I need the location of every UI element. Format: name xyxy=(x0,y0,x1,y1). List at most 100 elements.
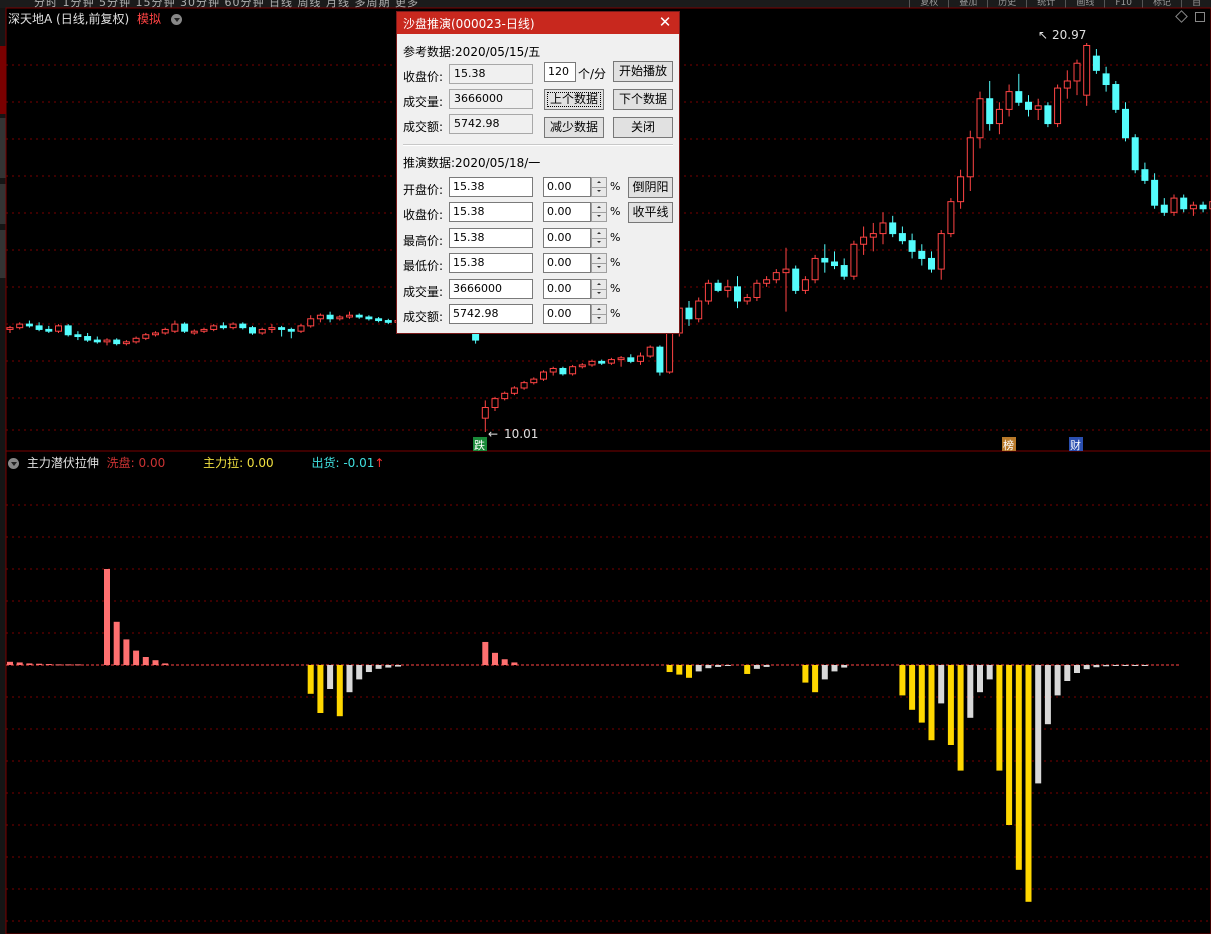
candle-body-up xyxy=(637,355,644,362)
candle-body-up xyxy=(957,176,965,203)
indicator-bar xyxy=(724,665,731,666)
indicator-bar xyxy=(1054,665,1061,696)
sim-close-spinner[interactable] xyxy=(591,202,607,222)
sim-volume-pct-input[interactable]: 0.00 xyxy=(543,279,591,299)
indicator-bar xyxy=(375,665,382,669)
candle-body-up xyxy=(1034,105,1042,110)
ref-close-field: 15.38 xyxy=(449,64,533,84)
spinner-down-icon[interactable] xyxy=(592,212,606,221)
spinner-down-icon[interactable] xyxy=(592,263,606,272)
flat-line-button[interactable]: 收平线 xyxy=(628,202,673,223)
spinner-down-icon[interactable] xyxy=(592,289,606,298)
low-price-arrow: ← xyxy=(488,427,498,441)
sim-amount-spinner[interactable] xyxy=(591,304,607,324)
candle-body-down xyxy=(35,325,43,330)
sim-high-pct-input[interactable]: 0.00 xyxy=(543,228,591,248)
candle-body-up xyxy=(200,328,208,332)
sim-open-spinner[interactable] xyxy=(591,177,607,197)
spinner-down-icon[interactable] xyxy=(592,314,606,323)
indicator-bar xyxy=(938,665,945,704)
chevron-down-icon[interactable] xyxy=(170,14,182,25)
candle-body-down xyxy=(1199,204,1207,210)
candle-body-down xyxy=(355,314,363,318)
sim-close-pct-input[interactable]: 0.00 xyxy=(543,202,591,222)
flip-yinyang-button[interactable]: 倒阴阳 xyxy=(628,177,673,198)
play-button[interactable]: 开始播放 xyxy=(613,61,673,82)
candle-body-down xyxy=(559,367,567,375)
indicator-bar xyxy=(753,665,760,669)
bang-marker[interactable]: 榜 xyxy=(1003,438,1014,452)
sim-low-input[interactable]: 15.38 xyxy=(449,253,533,273)
candle-body-down xyxy=(1044,105,1052,125)
candle-body-down xyxy=(239,323,247,329)
indicator-bar xyxy=(996,665,1003,771)
sim-close-label: 收盘价: xyxy=(403,208,444,222)
candle-body-up xyxy=(336,316,344,320)
sim-amount-pct-input[interactable]: 0.00 xyxy=(543,304,591,324)
sim-high-input[interactable]: 15.38 xyxy=(449,228,533,248)
candle-body-up xyxy=(491,398,499,409)
reduce-data-button[interactable]: 减少数据 xyxy=(544,117,604,138)
ref-amount-label: 成交额: xyxy=(403,120,444,134)
candle-body-up xyxy=(850,243,858,277)
indicator-bar xyxy=(1103,665,1110,667)
speed-input[interactable]: 120 xyxy=(544,62,576,82)
indicator-bar xyxy=(715,665,722,667)
candle-body-down xyxy=(1112,84,1120,110)
candle-body-down xyxy=(326,314,334,320)
candle-body-down xyxy=(287,328,295,332)
indicator-bar xyxy=(1074,665,1080,673)
sim-low-spinner[interactable] xyxy=(591,253,607,273)
candle-body-down xyxy=(365,316,373,320)
ref-volume-label: 成交量: xyxy=(403,95,444,109)
prev-data-button[interactable]: 上个数据 xyxy=(544,89,604,110)
indicator-bar xyxy=(511,662,518,665)
up-arrow-icon: ↑ xyxy=(374,456,385,470)
close-icon[interactable]: ✕ xyxy=(657,14,673,30)
die-marker[interactable]: 跌 xyxy=(474,438,485,452)
candle-body-up xyxy=(578,364,586,368)
spinner-down-icon[interactable] xyxy=(592,238,606,247)
candle-body-up xyxy=(55,325,62,332)
sim-volume-input[interactable]: 3666000 xyxy=(449,279,533,299)
sim-open-pct-input[interactable]: 0.00 xyxy=(543,177,591,197)
candle-body-down xyxy=(1122,108,1129,139)
sim-volume-spinner[interactable] xyxy=(591,279,607,299)
candle-body-down xyxy=(840,265,848,277)
sim-low-pct-input[interactable]: 0.00 xyxy=(543,253,591,273)
candle-body-up xyxy=(976,98,984,139)
spinner-down-icon[interactable] xyxy=(592,187,606,196)
candle-body-up xyxy=(549,367,557,373)
candle-body-up xyxy=(346,314,353,318)
indicator-name[interactable]: 主力潜伏拉伸 xyxy=(27,456,99,470)
candle-body-up xyxy=(869,233,877,238)
sim-high-spinner[interactable] xyxy=(591,228,607,248)
indicator-bar xyxy=(831,665,838,672)
sim-close-input[interactable]: 15.38 xyxy=(449,202,533,222)
dialog-titlebar[interactable]: 沙盘推演(000023-日线) ✕ xyxy=(397,12,679,34)
indicator-bar xyxy=(356,665,363,680)
sim-amount-input[interactable]: 5742.98 xyxy=(449,304,533,324)
candle-body-up xyxy=(190,330,198,334)
sim-open-pct-unit: % xyxy=(610,180,621,193)
sim-low-label: 最低价: xyxy=(403,259,444,273)
candle-body-down xyxy=(898,233,906,242)
sandbox-dialog: 沙盘推演(000023-日线) ✕ 参考数据:2020/05/15/五 收盘价:… xyxy=(396,11,680,334)
indicator-bar xyxy=(104,569,110,665)
indicator-bar xyxy=(26,663,33,665)
cai-marker[interactable]: 财 xyxy=(1070,438,1081,452)
ref-header: 参考数据:2020/05/15/五 xyxy=(403,45,541,59)
indicator-bar xyxy=(152,660,159,665)
sim-open-input[interactable]: 15.38 xyxy=(449,177,533,197)
candle-body-up xyxy=(16,323,24,329)
maximize-icon[interactable] xyxy=(1195,12,1205,22)
close-button[interactable]: 关闭 xyxy=(613,117,673,138)
indicator-bar xyxy=(1083,665,1090,670)
candle-body-down xyxy=(908,240,916,252)
indicator-bar xyxy=(133,650,140,665)
indicator-bar xyxy=(763,665,770,667)
indicator-menu-icon[interactable] xyxy=(8,458,19,469)
indicator-bar xyxy=(307,665,314,694)
candle-body-up xyxy=(782,268,790,274)
next-data-button[interactable]: 下个数据 xyxy=(613,89,673,110)
